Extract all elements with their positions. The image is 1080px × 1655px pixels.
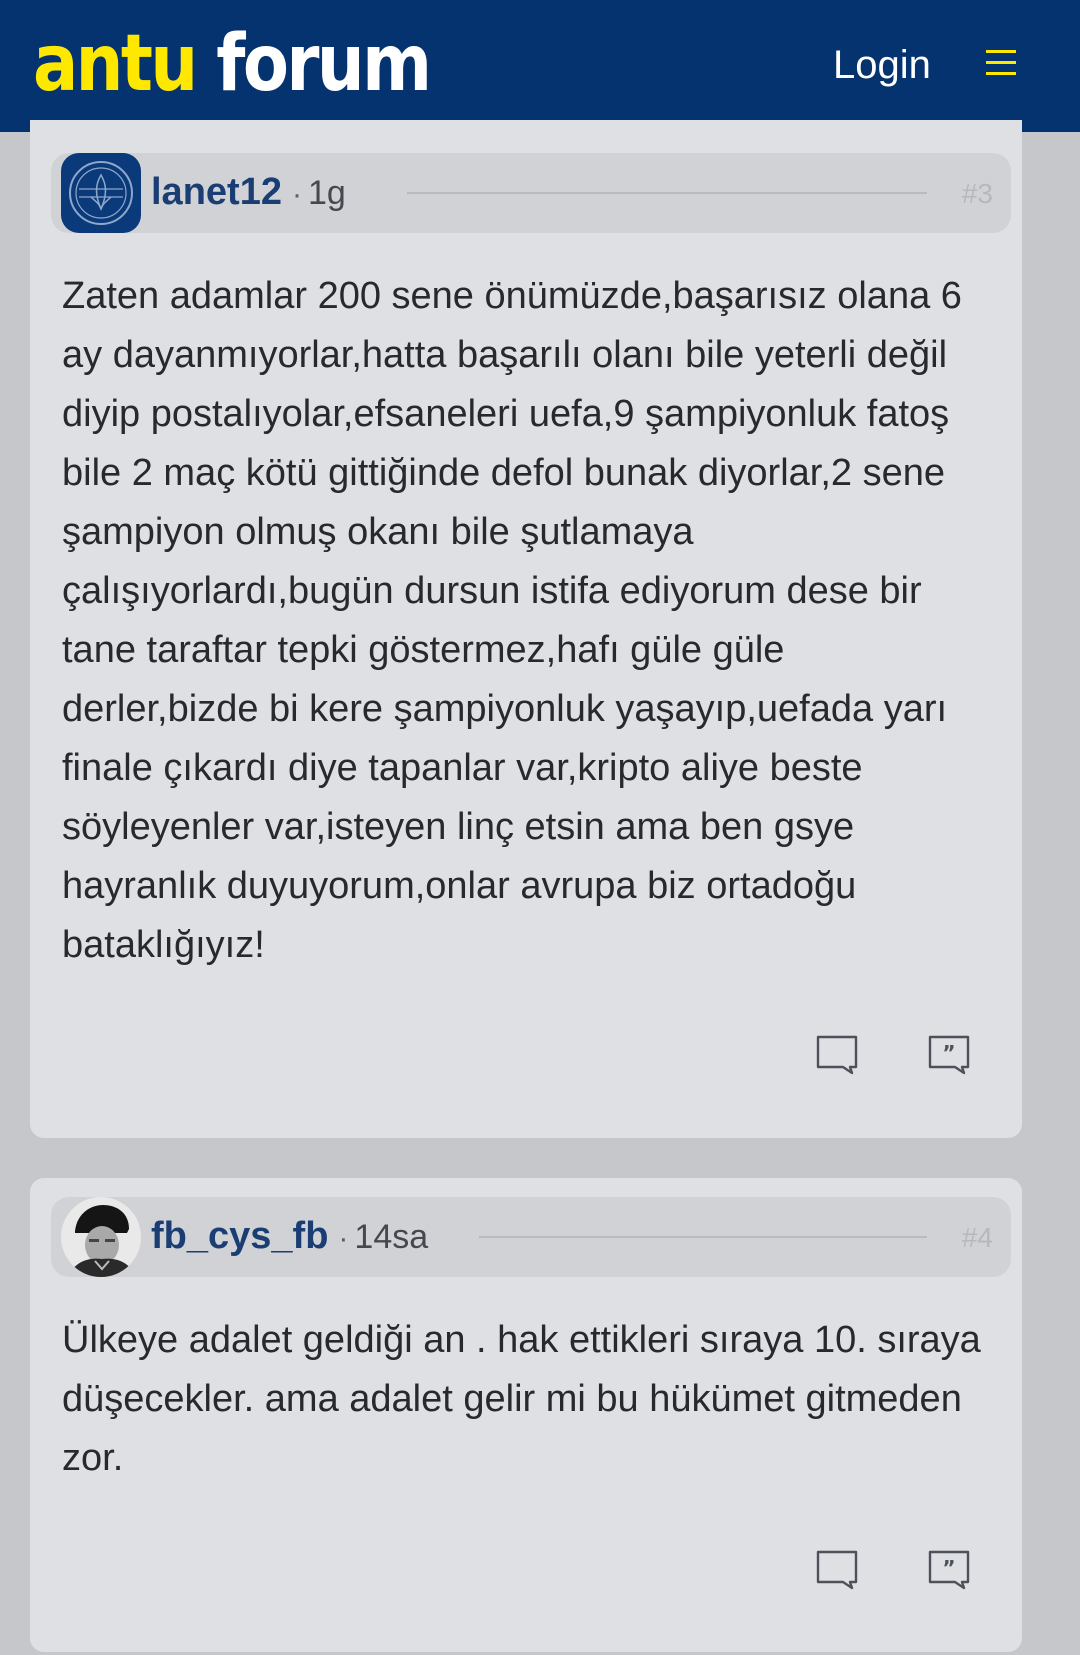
post-body: Ülkeye adalet geldiği an . hak ettikleri…	[62, 1319, 981, 1479]
post-username-line: lanet12 · 1g	[151, 169, 346, 218]
svg-text:”: ”	[942, 1556, 955, 1580]
post-time[interactable]: 1g	[308, 174, 346, 212]
comment-icon[interactable]	[816, 1550, 858, 1590]
quote-icon[interactable]: ”	[928, 1550, 970, 1590]
post-username[interactable]: lanet12	[151, 171, 282, 213]
header-divider-line	[407, 192, 927, 194]
post-username[interactable]: fb_cys_fb	[151, 1215, 328, 1257]
post-number[interactable]: #3	[962, 177, 993, 211]
post-time[interactable]: 14sa	[354, 1218, 428, 1256]
separator-dot: ·	[291, 178, 302, 211]
login-link[interactable]: Login	[833, 40, 931, 90]
post-header: fb_cys_fb · 14sa #4	[51, 1197, 1011, 1277]
logo-word-antu: antu	[33, 19, 198, 109]
forum-post: fb_cys_fb · 14sa #4 Ülkeye adalet geldiği …	[30, 1178, 1022, 1652]
comment-icon[interactable]	[816, 1035, 858, 1075]
separator-dot: ·	[338, 1222, 349, 1255]
post-username-line: fb_cys_fb · 14sa	[151, 1213, 428, 1262]
header-divider-line	[479, 1236, 927, 1238]
portrait-photo-avatar[interactable]	[61, 1197, 141, 1277]
post-number[interactable]: #4	[962, 1221, 993, 1255]
svg-text:”: ”	[942, 1041, 955, 1065]
logo-word-forum: forum	[216, 19, 432, 109]
site-logo[interactable]: antu forum	[33, 14, 432, 114]
forum-post: lanet12 · 1g #3 Zaten adamlar 200 sene önü…	[30, 120, 1022, 1138]
post-header: lanet12 · 1g #3	[51, 153, 1011, 233]
site-header: antu forum Login	[0, 0, 1080, 132]
post-body: Zaten adamlar 200 sene önümüzde,başarısı…	[62, 275, 962, 966]
hamburger-menu-icon[interactable]	[986, 50, 1016, 76]
club-crest-avatar[interactable]	[61, 153, 141, 233]
quote-icon[interactable]: ”	[928, 1035, 970, 1075]
